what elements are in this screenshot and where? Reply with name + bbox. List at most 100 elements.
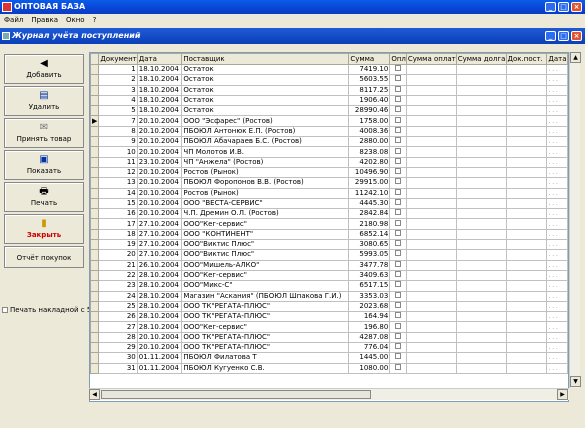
cell-debt-sum[interactable] [455, 136, 507, 148]
paid-checkbox[interactable] [395, 333, 402, 339]
paid-checkbox[interactable] [395, 137, 402, 144]
table-row[interactable]: 20 27.10.2004 ООО"Виктис Плюс" 5993.05 . . . [90, 249, 568, 261]
cell-sum[interactable]: 4445.30 [348, 197, 391, 210]
paid-checkbox[interactable] [395, 106, 402, 113]
cell-paid[interactable] [389, 74, 407, 86]
row-indicator[interactable] [90, 105, 100, 117]
cell-paid[interactable] [389, 249, 407, 261]
row-indicator[interactable] [90, 311, 100, 323]
cell-supplier-doc[interactable] [505, 249, 548, 261]
cell-supplier-doc[interactable] [505, 300, 548, 313]
cell-date[interactable]: 20.10.2004 [136, 187, 183, 199]
cell-date2[interactable]: . . . [546, 94, 568, 107]
cell-sum[interactable]: 5993.05 [348, 249, 391, 261]
row-indicator[interactable] [90, 156, 100, 168]
child-minimize-button[interactable]: _ [545, 31, 556, 41]
minimize-button[interactable]: _ [545, 2, 556, 12]
cell-paid[interactable] [389, 269, 407, 282]
cell-document[interactable]: 31 [98, 362, 138, 374]
child-close-button[interactable]: × [571, 31, 582, 41]
table-row[interactable]: 28 20.10.2004 ООО ТК"РЕГАТА-ПЛЮС" 4287.08 . … [90, 331, 568, 344]
cell-paid[interactable] [389, 218, 407, 230]
cell-document[interactable]: 12 [98, 166, 138, 179]
paid-checkbox[interactable] [395, 343, 402, 350]
cell-date2[interactable]: . . . [546, 290, 568, 302]
cell-supplier[interactable]: ООО"Микс-С" [181, 280, 350, 292]
cell-supplier[interactable]: ООО"Кег-сервис" [181, 321, 350, 333]
table-row[interactable]: 5 18.10.2004 Остаток 28990.46 . . . [90, 105, 568, 117]
paid-checkbox[interactable] [395, 96, 402, 103]
cell-supplier[interactable]: ПБОЮЛ Филатова Т [181, 352, 350, 364]
cell-date[interactable]: 20.10.2004 [136, 146, 183, 158]
cell-date2[interactable]: . . . [546, 208, 568, 220]
cell-debt-sum[interactable] [455, 300, 507, 313]
cell-date[interactable]: 28.10.2004 [136, 280, 183, 292]
cell-supplier-doc[interactable] [505, 208, 548, 220]
cell-debt-sum[interactable] [455, 166, 507, 179]
row-indicator[interactable] [90, 84, 100, 96]
cell-sum[interactable]: 8238.08 [348, 146, 391, 158]
row-indicator[interactable] [90, 208, 100, 220]
cell-paid[interactable] [389, 342, 407, 354]
cell-paid[interactable] [389, 146, 407, 158]
cell-document[interactable]: 30 [98, 352, 138, 364]
paid-checkbox[interactable] [395, 281, 402, 288]
cell-date[interactable]: 28.10.2004 [136, 321, 183, 333]
cell-sum[interactable]: 4008.36 [348, 125, 391, 138]
cell-date2[interactable]: . . . [546, 269, 568, 282]
row-indicator[interactable] [90, 331, 100, 344]
cell-date2[interactable]: . . . [546, 105, 568, 117]
col-supplier-doc[interactable]: Док.пост. [505, 53, 548, 65]
cell-supplier[interactable]: ООО ТК"РЕГАТА-ПЛЮС" [181, 342, 350, 354]
table-row[interactable]: 17 27.10.2004 ООО"Кег-сервис" 2180.98 . . . [90, 218, 568, 230]
cell-sum[interactable]: 3353.03 [348, 290, 391, 302]
cell-supplier-doc[interactable] [505, 362, 548, 374]
cell-debt-sum[interactable] [455, 177, 507, 189]
row-indicator[interactable] [90, 239, 100, 251]
cell-date2[interactable]: . . . [546, 166, 568, 179]
cell-sum[interactable]: 776.04 [348, 342, 391, 354]
cell-debt-sum[interactable] [455, 249, 507, 261]
table-row[interactable]: 27 28.10.2004 ООО"Кег-сервис" 196.80 . . . [90, 321, 568, 333]
cell-debt-sum[interactable] [455, 259, 507, 271]
cell-date[interactable]: 01.11.2004 [136, 362, 183, 374]
row-indicator[interactable] [90, 136, 100, 148]
cell-date2[interactable]: . . . [546, 115, 568, 127]
cell-date2[interactable]: . . . [546, 146, 568, 158]
paid-checkbox[interactable] [395, 292, 402, 298]
cell-paid[interactable] [389, 177, 407, 189]
paid-checkbox[interactable] [395, 127, 402, 133]
cell-date[interactable]: 18.10.2004 [136, 63, 183, 76]
paid-checkbox[interactable] [395, 199, 402, 205]
cell-document[interactable]: 10 [98, 146, 138, 158]
cell-date[interactable]: 01.11.2004 [136, 352, 183, 364]
row-indicator[interactable] [90, 280, 100, 292]
cell-supplier-doc[interactable] [505, 331, 548, 344]
col-date2[interactable]: Дата [546, 53, 568, 65]
print-invoice-checkbox[interactable]: Печать накладной с 5% [2, 306, 98, 314]
row-indicator[interactable] [90, 94, 100, 107]
cell-date[interactable]: 20.10.2004 [136, 177, 183, 189]
cell-sum[interactable]: 2180.98 [348, 218, 391, 230]
cell-supplier[interactable]: ООО "КОНТИНЕНТ" [181, 228, 350, 241]
cell-paid[interactable] [389, 311, 407, 323]
row-indicator[interactable] [90, 290, 100, 302]
cell-payments-sum[interactable] [405, 94, 457, 107]
cell-document[interactable]: 24 [98, 290, 138, 302]
cell-paid[interactable] [389, 280, 407, 292]
cell-sum[interactable]: 28990.46 [348, 105, 391, 117]
cell-supplier-doc[interactable] [505, 156, 548, 168]
scroll-up-icon[interactable]: ▲ [570, 52, 581, 63]
cell-date[interactable]: 18.10.2004 [136, 74, 183, 86]
cell-document[interactable]: 2 [98, 74, 138, 86]
cell-date[interactable]: 18.10.2004 [136, 105, 183, 117]
cell-debt-sum[interactable] [455, 105, 507, 117]
add-button[interactable]: ◀ Добавить [4, 54, 84, 84]
table-row[interactable]: 29 20.10.2004 ООО ТК"РЕГАТА-ПЛЮС" 776.04 . .… [90, 342, 568, 354]
cell-document[interactable]: 9 [98, 136, 138, 148]
cell-date[interactable]: 20.10.2004 [136, 115, 183, 127]
cell-debt-sum[interactable] [455, 280, 507, 292]
cell-payments-sum[interactable] [405, 146, 457, 158]
paid-checkbox[interactable] [395, 219, 402, 226]
cell-date2[interactable]: . . . [546, 74, 568, 86]
